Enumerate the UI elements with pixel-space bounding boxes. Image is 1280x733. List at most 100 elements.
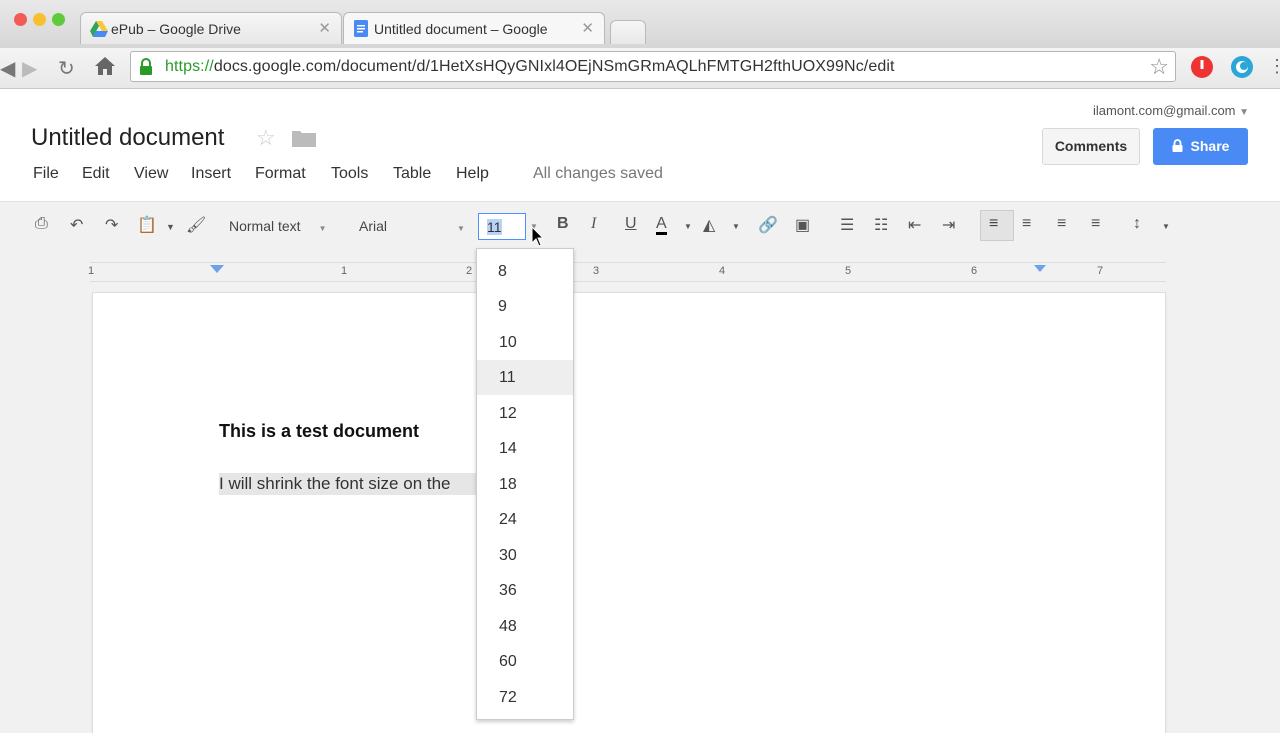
align-left-icon: ≡ [989,215,999,232]
comments-button[interactable]: Comments [1042,128,1140,165]
save-status: All changes saved [533,165,663,182]
chevron-down-icon: ▼ [1239,107,1250,118]
address-bar[interactable]: https://docs.google.com/document/d/1HetX… [130,51,1176,82]
chevron-down-icon: ▼ [318,224,327,233]
account-email[interactable]: ilamont.com@gmail.com ▼ [1093,103,1249,118]
menu-help[interactable]: Help [456,165,489,183]
zoom-window-icon[interactable] [52,13,65,26]
font-size-option-18[interactable]: 18 [477,467,573,502]
paint-format-icon[interactable]: 🖌 [186,215,206,235]
menu-tools[interactable]: Tools [331,165,368,183]
numbered-list-icon[interactable]: ☰ [840,215,854,235]
ruler-mark: 5 [845,265,852,277]
lock-icon [140,58,152,75]
tab-untitled-document[interactable]: Untitled document – Google ✕ [343,12,605,44]
menu-format[interactable]: Format [255,165,306,183]
font-size-option-8[interactable]: 8 [477,254,573,289]
document-heading[interactable]: This is a test document [219,421,419,442]
font-size-option-36[interactable]: 36 [477,573,573,608]
bulleted-list-icon[interactable]: ☷ [874,215,888,235]
font-size-option-9[interactable]: 9 [477,289,573,324]
google-drive-icon [90,21,108,37]
url-scheme: https:// [165,58,214,75]
close-tab-icon[interactable]: ✕ [318,19,331,37]
decrease-indent-icon[interactable]: ⇤ [908,215,921,235]
selected-text[interactable]: I will shrink the font size on the [219,473,477,495]
font-select-value: Arial [359,218,388,234]
font-select[interactable]: Arial ▼ [359,218,465,234]
highlight-color-icon[interactable]: ◭ [703,215,715,235]
text-color-icon[interactable]: A [656,215,667,235]
chevron-down-icon[interactable]: ▼ [684,222,692,231]
font-size-option-10[interactable]: 10 [477,325,573,360]
increase-indent-icon[interactable]: ⇥ [942,215,955,235]
document-page[interactable] [93,293,1165,733]
justify-icon[interactable]: ≡ [1091,215,1100,233]
font-size-option-12[interactable]: 12 [477,396,573,431]
chevron-down-icon[interactable]: ▼ [732,222,740,231]
right-indent-marker[interactable] [1034,265,1046,272]
font-size-option-11[interactable]: 11 [477,360,573,395]
chevron-down-icon[interactable]: ▼ [166,222,175,232]
back-icon[interactable]: ◀ [0,56,15,81]
menu-file[interactable]: File [33,165,59,183]
ruler-mark: 1 [88,265,95,277]
bold-icon[interactable]: B [557,215,569,233]
document-title[interactable]: Untitled document [31,124,224,152]
font-size-option-14[interactable]: 14 [477,431,573,466]
new-tab-button[interactable] [610,20,646,44]
align-center-icon[interactable]: ≡ [1022,215,1031,233]
mouse-cursor-icon [531,226,545,247]
star-icon[interactable]: ☆ [256,125,276,151]
extension-icon[interactable] [1230,55,1254,79]
line-spacing-icon[interactable]: ↕ [1133,215,1141,233]
menu-icon[interactable]: ⋮ [1268,56,1280,77]
lock-icon [1172,139,1183,152]
font-size-input[interactable]: 11 [478,213,526,240]
left-indent-marker[interactable] [210,265,224,273]
url-path: docs.google.com/document/d/1HetXsHQyGNIx… [213,58,895,75]
ruler-mark: 1 [341,265,348,277]
menu-edit[interactable]: Edit [82,165,110,183]
font-size-option-48[interactable]: 48 [477,609,573,644]
close-window-icon[interactable] [14,13,27,26]
align-right-icon[interactable]: ≡ [1057,215,1066,233]
tab-label: ePub – Google Drive [111,21,241,37]
google-docs-icon [354,20,368,37]
menu-insert[interactable]: Insert [191,165,231,183]
print-icon[interactable]: ⎙ [35,215,48,233]
align-left-button[interactable]: ≡ [980,210,1014,241]
close-tab-icon[interactable]: ✕ [581,19,594,37]
share-label: Share [1190,138,1230,154]
chevron-down-icon[interactable]: ▼ [1162,222,1170,231]
share-button[interactable]: Share [1153,128,1248,165]
menu-view[interactable]: View [134,165,168,183]
font-size-option-72[interactable]: 72 [477,680,573,715]
url-text: https://docs.google.com/document/d/1HetX… [165,58,895,76]
adblock-icon[interactable] [1190,55,1214,79]
browser-tab-bar: ePub – Google Drive ✕ Untitled document … [0,0,1280,48]
style-select-value: Normal text [229,218,301,234]
folder-icon[interactable] [292,129,316,147]
font-size-option-60[interactable]: 60 [477,644,573,679]
home-icon[interactable] [94,56,116,76]
ruler-mark: 3 [593,265,600,277]
ruler-mark: 4 [719,265,726,277]
minimize-window-icon[interactable] [33,13,46,26]
paste-icon[interactable]: 📋 [137,215,157,235]
style-select[interactable]: Normal text ▼ [229,218,327,234]
reload-icon[interactable]: ↻ [58,56,75,81]
bookmark-star-icon[interactable]: ☆ [1149,54,1169,80]
italic-icon[interactable]: I [591,215,596,233]
ruler-mark: 2 [466,265,473,277]
menu-table[interactable]: Table [393,165,431,183]
undo-icon[interactable]: ↶ [70,215,83,235]
font-size-option-30[interactable]: 30 [477,538,573,573]
forward-icon[interactable]: ▶ [22,56,37,81]
image-icon[interactable]: ▣ [795,215,810,235]
redo-icon[interactable]: ↷ [105,215,118,235]
font-size-option-24[interactable]: 24 [477,502,573,537]
tab-epub-drive[interactable]: ePub – Google Drive ✕ [80,12,342,44]
underline-icon[interactable]: U [625,215,637,233]
link-icon[interactable]: 🔗 [758,215,778,235]
